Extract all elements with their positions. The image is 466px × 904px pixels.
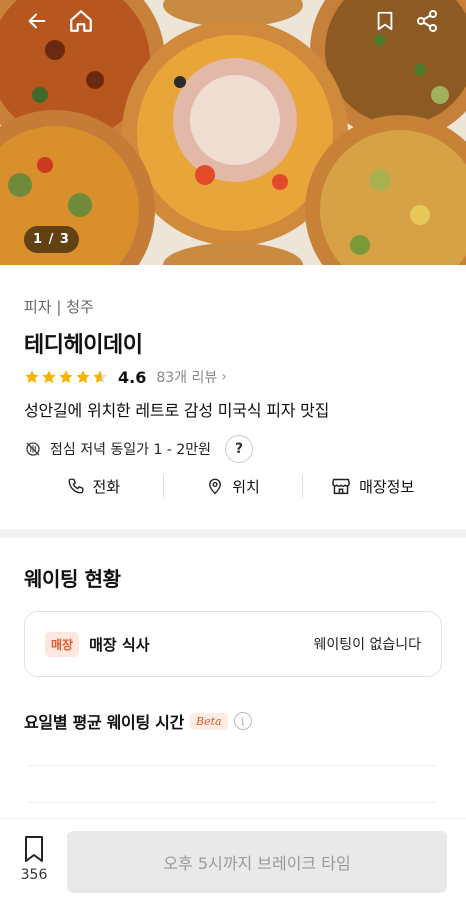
save-count: 356 <box>20 867 48 883</box>
chevron-right-icon: › <box>221 369 227 385</box>
cutlery-price-icon <box>26 442 40 456</box>
price-row: 점심 저녁 동일가 1 - 2만원 ? <box>24 435 442 463</box>
star-icon <box>76 370 90 384</box>
store-info-label: 매장정보 <box>359 477 415 496</box>
star-icon <box>25 370 39 384</box>
average-waiting-header: 요일별 평균 웨이팅 시간 Beta i <box>24 709 252 733</box>
hero-image-carousel[interactable]: 1 / 3 <box>0 0 466 265</box>
store-description: 성안길에 위치한 레트로 감성 미국식 피자 맛집 <box>24 401 330 420</box>
location-button[interactable]: 위치 <box>164 476 303 497</box>
bottom-bar: 356 오후 5시까지 브레이크 타임 <box>0 818 466 904</box>
star-half-icon <box>93 370 107 384</box>
waiting-title: 웨이팅 현황 <box>24 567 121 591</box>
share-icon[interactable] <box>412 6 442 36</box>
star-icon <box>42 370 56 384</box>
review-count-link[interactable]: 83개 리뷰 <box>156 367 217 387</box>
call-label: 전화 <box>92 477 121 496</box>
break-time-button[interactable]: 오후 5시까지 브레이크 타임 <box>67 831 447 893</box>
store-name: 테디헤이데이 <box>24 333 143 358</box>
rating-row[interactable]: 4.6 83개 리뷰 › <box>24 366 442 388</box>
image-counter: 1 / 3 <box>24 226 79 253</box>
rating-value: 4.6 <box>118 367 147 387</box>
beta-badge: Beta <box>190 712 228 730</box>
waiting-card: 매장 매장 식사 웨이팅이 없습니다 <box>24 611 442 677</box>
map-pin-icon <box>209 478 222 495</box>
star-icon <box>59 370 73 384</box>
action-bar: 전화 위치 매장정보 <box>24 473 442 499</box>
chart-gridline <box>28 765 436 766</box>
info-icon[interactable]: i <box>233 712 252 730</box>
pizza-photo <box>0 0 466 265</box>
chart-gridline <box>28 802 436 803</box>
call-button[interactable]: 전화 <box>24 476 163 497</box>
section-divider <box>0 529 466 538</box>
bookmark-icon <box>25 836 43 862</box>
back-arrow-icon[interactable] <box>22 6 52 36</box>
phone-icon <box>68 478 83 494</box>
average-waiting-title: 요일별 평균 웨이팅 시간 <box>24 713 185 732</box>
rating-stars <box>24 369 108 385</box>
storefront-icon <box>332 478 350 495</box>
bookmark-icon[interactable] <box>370 6 400 36</box>
help-button[interactable]: ? <box>225 435 254 463</box>
home-icon[interactable] <box>66 6 96 36</box>
dine-in-badge: 매장 <box>45 631 80 657</box>
store-category: 피자 | 청주 <box>24 298 94 316</box>
save-button[interactable]: 356 <box>14 835 54 891</box>
waiting-status: 웨이팅이 없습니다 <box>313 637 422 653</box>
location-label: 위치 <box>232 477 260 496</box>
store-info-button[interactable]: 매장정보 <box>303 476 442 497</box>
store-info: 피자 | 청주 테디헤이데이 4.6 83개 리뷰 › 성안길에 위치한 레트로… <box>24 296 442 463</box>
waiting-type: 매장 식사 <box>89 635 150 654</box>
price-range: 점심 저녁 동일가 1 - 2만원 <box>50 442 212 458</box>
